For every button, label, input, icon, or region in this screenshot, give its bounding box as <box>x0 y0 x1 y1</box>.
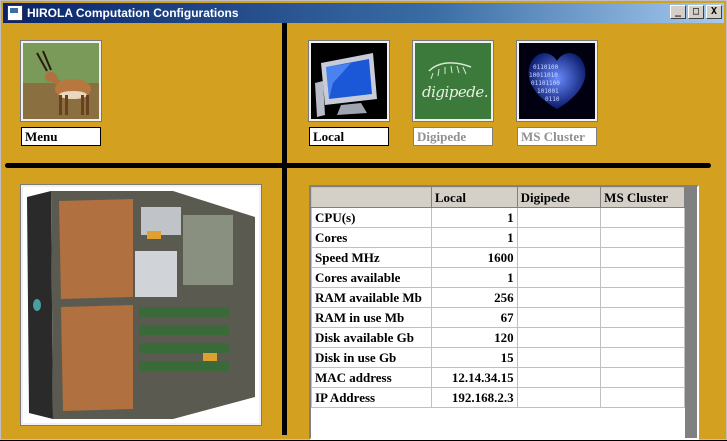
client-area: Menu Local digipede. Digipede 0110100 10… <box>1 23 727 441</box>
table-row: Disk available Gb 120 <box>311 327 685 348</box>
table-row: CPU(s) 1 <box>311 207 685 228</box>
mscluster-tile-button[interactable]: 0110100 10011010 01101100 101001 0110 <box>516 40 598 122</box>
cell-digipede[interactable] <box>516 267 602 288</box>
column-header[interactable] <box>311 187 432 208</box>
cell-digipede[interactable] <box>516 307 602 328</box>
row-label[interactable]: CPU(s) <box>311 207 432 228</box>
digipede-tile-button[interactable]: digipede. <box>412 40 494 122</box>
cell-mscluster[interactable] <box>600 267 685 288</box>
cell-mscluster[interactable] <box>600 247 685 268</box>
row-label[interactable]: IP Address <box>311 387 432 408</box>
digipede-logo-icon <box>415 43 491 119</box>
table-row: Disk in use Gb 15 <box>311 347 685 368</box>
table-row: IP Address 192.168.2.3 <box>311 387 685 408</box>
cell-local[interactable]: 1 <box>430 227 518 248</box>
cell-digipede[interactable] <box>516 387 602 408</box>
digipede-label[interactable]: Digipede <box>413 127 493 146</box>
row-label[interactable]: Speed MHz <box>311 247 432 268</box>
computer-monitor-icon <box>311 43 387 119</box>
vertical-divider <box>282 23 287 435</box>
cell-digipede[interactable] <box>516 347 602 368</box>
mscluster-label[interactable]: MS Cluster <box>517 127 597 146</box>
cell-local[interactable]: 12.14.34.15 <box>430 367 518 388</box>
svg-text:0110: 0110 <box>545 96 560 103</box>
server-blade-icon <box>23 187 259 423</box>
table-row: RAM available Mb 256 <box>311 287 685 308</box>
row-label[interactable]: RAM available Mb <box>311 287 432 308</box>
cell-mscluster[interactable] <box>600 347 685 368</box>
antelope-photo-icon <box>23 43 99 119</box>
local-label[interactable]: Local <box>309 127 389 146</box>
cell-local[interactable]: 192.168.2.3 <box>430 387 518 408</box>
cell-digipede[interactable] <box>516 327 602 348</box>
row-label[interactable]: Disk in use Gb <box>311 347 432 368</box>
server-blade-image <box>20 184 262 426</box>
main-window: HIROLA Computation Configurations _ □ X <box>0 0 727 440</box>
window-controls: _ □ X <box>668 5 722 19</box>
cell-local[interactable]: 1 <box>430 207 518 228</box>
cell-local[interactable]: 120 <box>430 327 518 348</box>
cell-local[interactable]: 67 <box>430 307 518 328</box>
column-header[interactable]: MS Cluster <box>600 187 685 208</box>
row-label[interactable]: Cores <box>311 227 432 248</box>
cell-digipede[interactable] <box>516 227 602 248</box>
svg-text:10011010: 10011010 <box>529 72 558 79</box>
binary-globe-icon: 0110100 10011010 01101100 101001 0110 <box>519 43 595 119</box>
cell-digipede[interactable] <box>516 207 602 228</box>
table-row: RAM in use Mb 67 <box>311 307 685 328</box>
column-header[interactable]: Digipede <box>516 187 602 208</box>
svg-text:0110100: 0110100 <box>533 64 559 71</box>
table-header-row: Local Digipede MS Cluster <box>311 187 685 208</box>
cell-mscluster[interactable] <box>600 367 685 388</box>
local-tile-button[interactable] <box>308 40 390 122</box>
app-icon[interactable] <box>7 5 23 21</box>
window-title: HIROLA Computation Configurations <box>27 6 239 20</box>
config-table: Local Digipede MS Cluster CPU(s) 1 Cores… <box>311 187 685 408</box>
minimize-button[interactable]: _ <box>670 5 686 19</box>
row-label[interactable]: Cores available <box>311 267 432 288</box>
table-row: Cores 1 <box>311 227 685 248</box>
menu-label[interactable]: Menu <box>21 127 101 146</box>
column-header[interactable]: Local <box>430 187 518 208</box>
cell-mscluster[interactable] <box>600 387 685 408</box>
row-label[interactable]: MAC address <box>311 367 432 388</box>
cell-digipede[interactable] <box>516 287 602 308</box>
horizontal-divider <box>5 163 711 168</box>
cell-digipede[interactable] <box>516 247 602 268</box>
digipede-logo-text: digipede. <box>421 83 489 101</box>
maximize-button[interactable]: □ <box>688 5 704 19</box>
cell-local[interactable]: 1600 <box>430 247 518 268</box>
cell-local[interactable]: 256 <box>430 287 518 308</box>
vertical-scrollbar[interactable] <box>685 187 697 438</box>
svg-text:101001: 101001 <box>537 88 559 95</box>
cell-mscluster[interactable] <box>600 287 685 308</box>
svg-text:01101100: 01101100 <box>531 80 560 87</box>
table-row: MAC address 12.14.34.15 <box>311 367 685 388</box>
table-row: Cores available 1 <box>311 267 685 288</box>
title-bar[interactable]: HIROLA Computation Configurations _ □ X <box>3 3 724 23</box>
cell-local[interactable]: 15 <box>430 347 518 368</box>
cell-mscluster[interactable] <box>600 307 685 328</box>
cell-digipede[interactable] <box>516 367 602 388</box>
config-grid[interactable]: Local Digipede MS Cluster CPU(s) 1 Cores… <box>309 185 699 440</box>
cell-mscluster[interactable] <box>600 207 685 228</box>
cell-mscluster[interactable] <box>600 227 685 248</box>
cell-local[interactable]: 1 <box>430 267 518 288</box>
cell-mscluster[interactable] <box>600 327 685 348</box>
table-row: Speed MHz 1600 <box>311 247 685 268</box>
row-label[interactable]: RAM in use Mb <box>311 307 432 328</box>
menu-tile-button[interactable] <box>20 40 102 122</box>
row-label[interactable]: Disk available Gb <box>311 327 432 348</box>
close-button[interactable]: X <box>706 5 722 19</box>
